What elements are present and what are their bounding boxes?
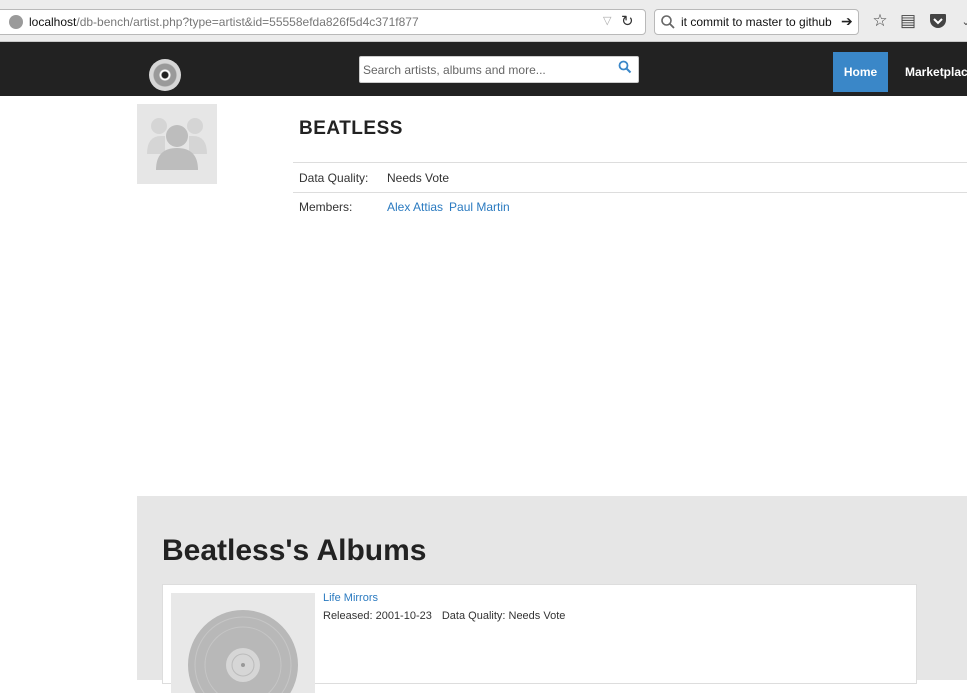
artist-name: BEATLESS — [299, 118, 403, 139]
albums-section: Beatless's Albums Life Mirrors Released:… — [137, 496, 967, 693]
overflow-chevron-icon[interactable]: ⌄ — [956, 11, 967, 31]
data-quality-label: Data Quality: — [299, 171, 369, 185]
album-released: Released: 2001-10-23 — [323, 610, 432, 622]
site-search-input[interactable] — [359, 56, 639, 83]
browser-search-text: it commit to master to github — [681, 15, 832, 29]
url-path: /db-bench/artist.php?type=artist&id=5555… — [76, 15, 419, 29]
vinyl-icon — [188, 610, 298, 693]
star-icon[interactable]: ☆ — [870, 11, 890, 31]
album-title-link[interactable]: Life Mirrors — [323, 592, 378, 604]
globe-icon — [9, 15, 23, 29]
search-icon — [661, 15, 675, 29]
browser-toolbar: localhost/db-bench/artist.php?type=artis… — [0, 0, 967, 42]
nav-home-button[interactable]: Home — [833, 52, 888, 92]
members-label: Members: — [299, 200, 353, 214]
artist-placeholder-icon — [147, 118, 207, 170]
reading-list-icon[interactable]: ▤ — [898, 11, 918, 31]
arrow-right-icon[interactable]: ➔ — [841, 13, 853, 30]
divider — [293, 162, 967, 163]
url-host: localhost — [29, 15, 77, 29]
album-card[interactable]: Life Mirrors Released: 2001-10-23 Data Qu… — [162, 584, 917, 693]
pocket-icon[interactable] — [928, 11, 948, 31]
member-link[interactable]: Alex Attias — [387, 200, 443, 214]
browser-search-bar[interactable]: it commit to master to github ➔ — [654, 9, 859, 35]
member-link[interactable]: Paul Martin — [449, 200, 510, 214]
album-data-quality: Data Quality: Needs Vote — [441, 610, 566, 622]
album-meta: Released: 2001-10-23 Data Quality: Needs … — [323, 610, 565, 622]
logo-disc-icon[interactable] — [149, 59, 181, 91]
site-navbar: Home Marketplace — [0, 42, 967, 96]
reload-icon[interactable]: ↻ — [621, 12, 634, 30]
nav-marketplace-link[interactable]: Marketplace — [905, 52, 967, 92]
dropdown-icon[interactable]: ▽ — [603, 14, 611, 27]
album-cover[interactable] — [171, 593, 315, 693]
albums-heading: Beatless's Albums — [162, 534, 427, 567]
divider — [293, 192, 967, 193]
data-quality-value: Needs Vote — [387, 171, 450, 185]
address-bar[interactable]: localhost/db-bench/artist.php?type=artis… — [0, 9, 646, 35]
members-list: Alex Attias Paul Martin — [387, 200, 516, 214]
address-text[interactable]: localhost/db-bench/artist.php?type=artis… — [29, 15, 419, 29]
artist-image — [137, 104, 217, 184]
search-icon[interactable] — [618, 60, 632, 74]
